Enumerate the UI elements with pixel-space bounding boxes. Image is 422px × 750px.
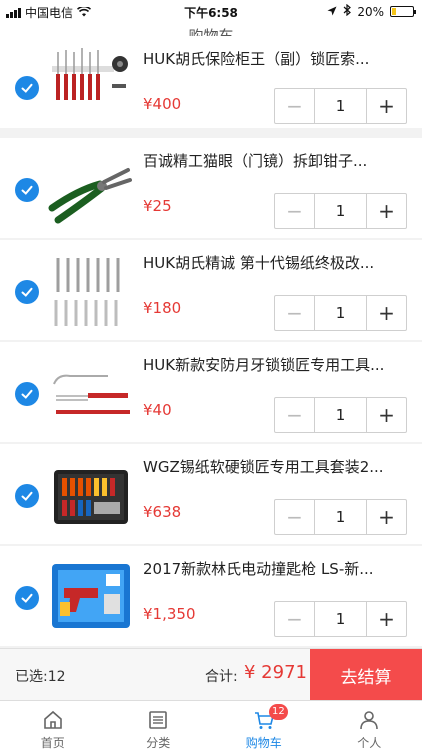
tab-profile[interactable]: 个人: [317, 701, 422, 750]
product-price: ¥180: [143, 299, 182, 317]
battery-icon: [390, 6, 416, 17]
checkmark-icon: [21, 593, 33, 603]
tool-case-icon[interactable]: [48, 452, 132, 536]
checkmark-icon: [21, 287, 33, 297]
item-checkbox[interactable]: [15, 178, 39, 202]
item-checkbox[interactable]: [15, 382, 39, 406]
item-checkbox[interactable]: [15, 280, 39, 304]
product-price: ¥638: [143, 503, 182, 521]
decrease-button[interactable]: −: [275, 602, 315, 636]
status-bar: 中国电信 下午6:58 20%: [0, 0, 422, 22]
quantity-stepper[interactable]: − 1 +: [274, 397, 407, 433]
battery-fill: [392, 8, 396, 15]
cart-item[interactable]: HUK新款安防月牙锁锁匠专用工具... ¥40 − 1 +: [0, 342, 422, 442]
checkout-button[interactable]: 去结算: [310, 649, 422, 701]
tab-label: 购物车: [245, 736, 282, 750]
decrease-button[interactable]: −: [275, 398, 315, 432]
bluetooth-icon: [343, 3, 352, 19]
item-checkbox[interactable]: [15, 586, 39, 610]
home-icon: [43, 710, 62, 729]
tin-foil-tool-set-icon[interactable]: [48, 248, 132, 332]
checkmark-icon: [21, 83, 33, 93]
quantity-value[interactable]: 1: [315, 194, 366, 228]
tab-bar: 首页 分类 12 购物车 个人: [0, 700, 422, 750]
tab-cart[interactable]: 12 购物车: [211, 701, 317, 750]
checkmark-icon: [21, 491, 33, 501]
category-icon: [149, 711, 168, 729]
product-price: ¥400: [143, 95, 182, 113]
quantity-stepper[interactable]: − 1 +: [274, 601, 407, 637]
checkmark-icon: [21, 389, 33, 399]
tab-label: 分类: [146, 736, 171, 750]
lock-pick-set-icon[interactable]: [48, 38, 132, 122]
product-price: ¥40: [143, 401, 172, 419]
cart-item[interactable]: 百诚精工猫眼（门镜）拆卸钳子... ¥25 − 1 +: [0, 138, 422, 238]
tab-label: 首页: [40, 736, 65, 750]
increase-button[interactable]: +: [366, 602, 406, 636]
tab-category[interactable]: 分类: [106, 701, 212, 750]
product-price: ¥1,350: [143, 605, 196, 623]
decrease-button[interactable]: −: [275, 194, 315, 228]
quantity-value[interactable]: 1: [315, 500, 366, 534]
increase-button[interactable]: +: [366, 296, 406, 330]
location-icon: [327, 5, 337, 19]
checkmark-icon: [21, 185, 33, 195]
pliers-icon[interactable]: [48, 146, 132, 230]
increase-button[interactable]: +: [366, 194, 406, 228]
product-name[interactable]: WGZ锡纸软硬锁匠专用工具套装2...: [143, 456, 408, 477]
cart-badge: 12: [269, 704, 288, 720]
total-value: ¥ 2971: [244, 662, 307, 683]
product-name[interactable]: 百诚精工猫眼（门镜）拆卸钳子...: [143, 150, 408, 171]
person-icon: [360, 711, 379, 730]
product-name[interactable]: HUK新款安防月牙锁锁匠专用工具...: [143, 354, 408, 375]
tab-home[interactable]: 首页: [0, 701, 106, 750]
quantity-stepper[interactable]: − 1 +: [274, 88, 407, 124]
item-checkbox[interactable]: [15, 484, 39, 508]
decrease-button[interactable]: −: [275, 296, 315, 330]
selected-count: 已选:12: [15, 669, 66, 685]
quantity-value[interactable]: 1: [315, 296, 366, 330]
product-name[interactable]: 2017新款林氏电动撞匙枪 LS-新...: [143, 558, 408, 579]
quantity-stepper[interactable]: − 1 +: [274, 295, 407, 331]
total-label: 合计:: [205, 669, 238, 685]
quantity-value[interactable]: 1: [315, 398, 366, 432]
cart-item[interactable]: HUK胡氏精诚 第十代锡纸终极改... ¥180 − 1 +: [0, 240, 422, 340]
quantity-value[interactable]: 1: [315, 89, 366, 123]
electric-pick-gun-case-icon[interactable]: [48, 554, 132, 638]
increase-button[interactable]: +: [366, 89, 406, 123]
quantity-value[interactable]: 1: [315, 602, 366, 636]
product-name[interactable]: HUK胡氏保险柜王（副）锁匠索...: [143, 48, 408, 69]
product-name[interactable]: HUK胡氏精诚 第十代锡纸终极改...: [143, 252, 408, 273]
battery-percent: 20%: [357, 4, 384, 19]
item-checkbox[interactable]: [15, 76, 39, 100]
cart-item[interactable]: HUK胡氏保险柜王（副）锁匠索... ¥400 − 1 +: [0, 36, 422, 128]
quantity-stepper[interactable]: − 1 +: [274, 499, 407, 535]
quantity-stepper[interactable]: − 1 +: [274, 193, 407, 229]
cart-item[interactable]: WGZ锡纸软硬锁匠专用工具套装2... ¥638 − 1 +: [0, 444, 422, 544]
decrease-button[interactable]: −: [275, 500, 315, 534]
product-price: ¥25: [143, 197, 172, 215]
cart-item[interactable]: 2017新款林氏电动撞匙枪 LS-新... ¥1,350 − 1 +: [0, 546, 422, 646]
tension-tool-icon[interactable]: [48, 350, 132, 434]
decrease-button[interactable]: −: [275, 89, 315, 123]
increase-button[interactable]: +: [366, 398, 406, 432]
status-right: 20%: [327, 3, 416, 19]
cart-summary: 已选:12 合计: ¥ 2971 去结算: [0, 648, 422, 701]
tab-label: 个人: [357, 736, 382, 750]
increase-button[interactable]: +: [366, 500, 406, 534]
